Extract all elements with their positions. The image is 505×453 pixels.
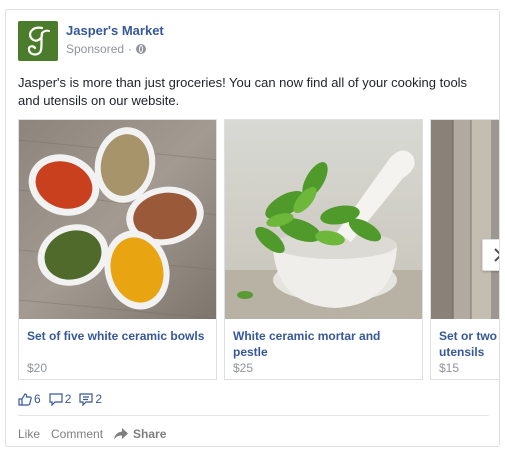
like-button[interactable]: Like — [18, 427, 40, 441]
shares-number: 2 — [95, 392, 103, 406]
sponsored-line: Sponsored · — [66, 42, 147, 56]
product-title-line2[interactable]: utensils — [439, 344, 499, 360]
engagement-stats: 6 2 2 — [18, 391, 110, 407]
likes-count[interactable]: 6 — [18, 392, 41, 406]
share-label: Share — [133, 427, 167, 441]
comment-bubble-icon — [49, 392, 63, 406]
product-price: $25 — [233, 361, 254, 375]
thumbs-up-icon — [18, 392, 32, 406]
product-title[interactable]: Set or two w — [439, 328, 499, 344]
share-button[interactable]: Share — [114, 427, 166, 441]
share-count-icon — [79, 392, 93, 406]
product-title[interactable]: White ceramic mortar and pestle — [233, 328, 418, 360]
shares-count[interactable]: 2 — [79, 392, 102, 406]
page-avatar[interactable] — [18, 21, 58, 61]
product-image-utensils[interactable] — [431, 120, 499, 319]
post-text: Jasper's is more than just groceries! Yo… — [18, 75, 468, 108]
product-price: $15 — [439, 361, 460, 375]
carousel-next-button[interactable] — [482, 239, 499, 271]
sponsored-post-card: Jasper's Market Sponsored · Jasper's is … — [5, 9, 500, 447]
page-name-link[interactable]: Jasper's Market — [66, 23, 164, 38]
chevron-right-icon — [494, 248, 499, 262]
carousel-item-bowls[interactable]: Set of five white ceramic bowls $20 — [18, 119, 217, 380]
carousel-item-mortar[interactable]: White ceramic mortar and pestle $25 — [224, 119, 423, 380]
divider — [18, 415, 489, 416]
separator-dot: · — [128, 42, 133, 56]
comments-number: 2 — [64, 392, 72, 406]
product-title[interactable]: Set of five white ceramic bowls — [27, 328, 212, 344]
sponsored-label[interactable]: Sponsored — [66, 42, 124, 56]
likes-number: 6 — [34, 392, 41, 406]
product-carousel: Set of five white ceramic bowls $20 Whit… — [18, 119, 499, 382]
comment-button[interactable]: Comment — [51, 427, 103, 441]
share-arrow-icon — [114, 428, 129, 440]
globe-icon — [136, 44, 147, 54]
product-price: $20 — [27, 361, 48, 375]
comments-count[interactable]: 2 — [49, 392, 72, 406]
product-image-spice-bowls[interactable] — [19, 120, 216, 319]
jaspers-logo-icon — [27, 26, 50, 56]
post-actions: Like Comment Share — [18, 425, 177, 443]
product-image-mortar[interactable] — [225, 120, 422, 319]
